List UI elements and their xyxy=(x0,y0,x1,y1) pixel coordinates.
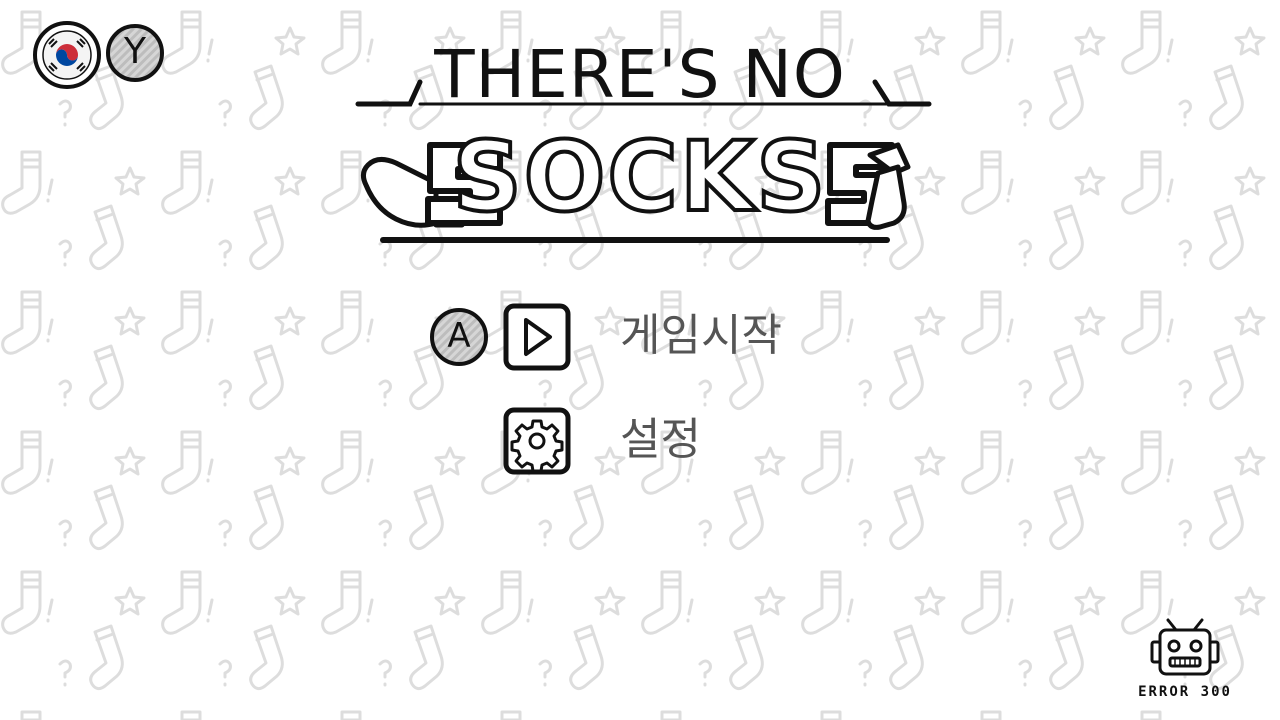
title-logo: SOCKS xyxy=(350,115,930,255)
title-text-top: THERE'S NO xyxy=(434,36,846,113)
developer-name: ERROR 300 xyxy=(1138,684,1232,700)
menu-item-settings[interactable]: 설정 xyxy=(428,404,848,478)
robot-icon xyxy=(1150,618,1220,676)
y-button-label: Y xyxy=(124,31,146,72)
a-button-label: A xyxy=(447,316,471,356)
start-game-label: 게임시작 xyxy=(620,310,782,361)
play-icon xyxy=(503,303,571,371)
title-line-1: THERE'S NO xyxy=(340,36,940,116)
menu-item-start-game[interactable]: A 게임시작 xyxy=(428,300,848,374)
developer-logo: ERROR 300 xyxy=(1110,608,1260,716)
title-text-bottom: SOCKS xyxy=(451,119,828,235)
y-button[interactable]: Y xyxy=(104,22,166,84)
korea-flag-icon[interactable] xyxy=(32,20,102,90)
settings-label: 설정 xyxy=(620,414,701,465)
a-button[interactable]: A xyxy=(428,306,490,368)
gear-icon xyxy=(503,407,571,475)
